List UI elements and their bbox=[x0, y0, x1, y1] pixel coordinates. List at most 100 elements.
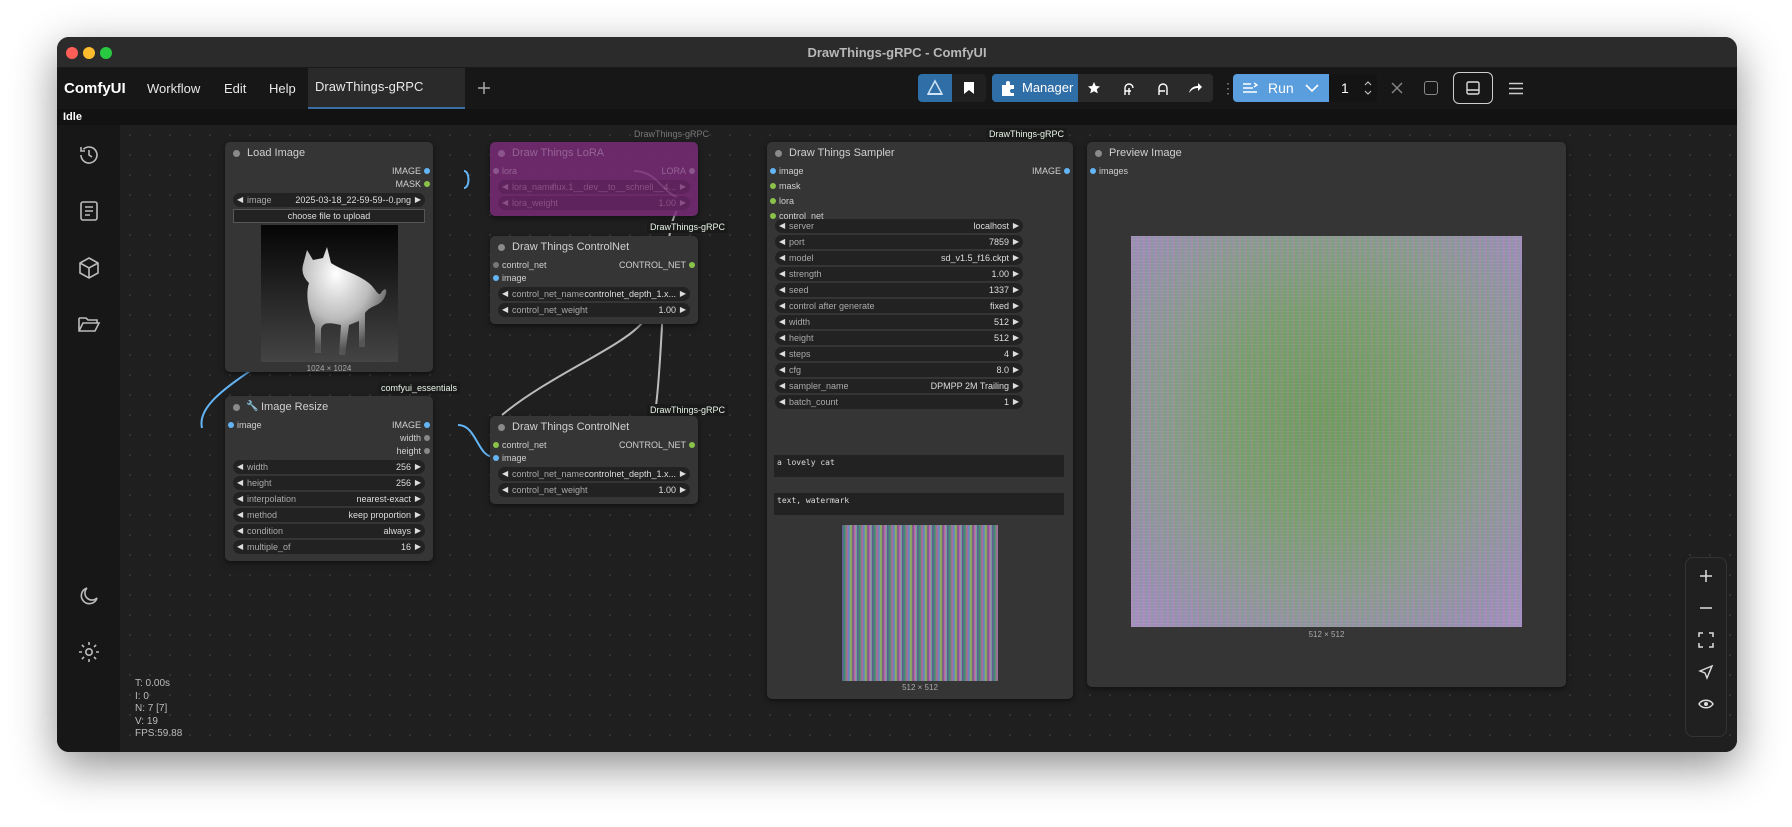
node-load-image[interactable]: Load Image IMAGE MASK ◀ image 2025-03-18… bbox=[225, 142, 433, 373]
arrow-right-icon[interactable]: ▶ bbox=[1013, 347, 1019, 361]
widget-width[interactable]: ◀ width 512 ▶ bbox=[775, 315, 1023, 329]
widget-batch-count[interactable]: ◀ batch_count 1 ▶ bbox=[775, 395, 1023, 409]
output-image[interactable]: IMAGE bbox=[1032, 165, 1061, 177]
arrow-right-icon[interactable]: ▶ bbox=[1013, 251, 1019, 265]
menu-edit[interactable]: Edit bbox=[224, 81, 246, 96]
input-pin[interactable] bbox=[770, 168, 776, 174]
book-icon[interactable] bbox=[77, 199, 101, 223]
arrow-right-icon[interactable]: ▶ bbox=[1013, 331, 1019, 345]
widget-port[interactable]: ◀ port 7859 ▶ bbox=[775, 235, 1023, 249]
input-image[interactable]: image bbox=[237, 419, 262, 431]
output-pin[interactable] bbox=[689, 262, 695, 268]
arrow-left-icon[interactable]: ◀ bbox=[779, 299, 785, 313]
arrow-right-icon[interactable]: ▶ bbox=[680, 467, 686, 481]
arrow-right-icon[interactable]: ▶ bbox=[415, 524, 421, 538]
arrow-left-icon[interactable]: ◀ bbox=[237, 524, 243, 538]
widget-steps[interactable]: ◀ steps 4 ▶ bbox=[775, 347, 1023, 361]
output-pin[interactable] bbox=[689, 442, 695, 448]
arrow-right-icon[interactable]: ▶ bbox=[415, 492, 421, 506]
output-height[interactable]: height bbox=[396, 445, 421, 457]
widget-control-after-generate[interactable]: ◀ control after generate fixed ▶ bbox=[775, 299, 1023, 313]
arrow-right-icon[interactable]: ▶ bbox=[1013, 283, 1019, 297]
widget-multiple-of[interactable]: ◀ multiple_of 16 ▶ bbox=[233, 540, 425, 554]
arrow-right-icon[interactable]: ▶ bbox=[1013, 235, 1019, 249]
menu-help[interactable]: Help bbox=[269, 81, 296, 96]
arrow-right-icon[interactable]: ▶ bbox=[415, 540, 421, 554]
zoom-out-icon[interactable] bbox=[1696, 598, 1716, 618]
control-net-name-combo[interactable]: ◀ control_net_name controlnet_depth_1.x.… bbox=[498, 287, 690, 301]
node-controlnet-1[interactable]: Draw Things ControlNet control_net image… bbox=[490, 236, 698, 324]
input-lora[interactable]: lora bbox=[779, 195, 794, 207]
input-pin[interactable] bbox=[770, 198, 776, 204]
comfy-registry-button[interactable] bbox=[918, 74, 952, 102]
arrow-right-icon[interactable]: ▶ bbox=[680, 180, 686, 194]
arrow-left-icon[interactable]: ◀ bbox=[502, 467, 508, 481]
arrow-left-icon[interactable]: ◀ bbox=[779, 395, 785, 409]
widget-cfg[interactable]: ◀ cfg 8.0 ▶ bbox=[775, 363, 1023, 377]
menu-workflow[interactable]: Workflow bbox=[147, 81, 200, 96]
plus-icon[interactable] bbox=[476, 80, 492, 96]
arrow-left-icon[interactable]: ◀ bbox=[779, 235, 785, 249]
arrow-right-icon[interactable]: ▶ bbox=[1013, 379, 1019, 393]
control-net-name-combo[interactable]: ◀ control_net_name controlnet_depth_1.x.… bbox=[498, 467, 690, 481]
arrow-right-icon[interactable]: ▶ bbox=[1013, 395, 1019, 409]
negative-prompt-textarea[interactable]: text, watermark bbox=[774, 493, 1064, 515]
hamburger-menu-icon[interactable] bbox=[1508, 82, 1524, 95]
output-lora[interactable]: LORA bbox=[661, 165, 686, 177]
input-lora[interactable]: lora bbox=[502, 165, 517, 177]
arrow-left-icon[interactable]: ◀ bbox=[237, 492, 243, 506]
input-mask[interactable]: mask bbox=[779, 180, 801, 192]
arrow-right-icon[interactable]: ▶ bbox=[1013, 363, 1019, 377]
output-image[interactable]: IMAGE bbox=[392, 165, 421, 177]
arrow-right-icon[interactable]: ▶ bbox=[415, 460, 421, 474]
output-pin[interactable] bbox=[424, 181, 430, 187]
manager-button[interactable]: Manager bbox=[992, 74, 1078, 102]
output-width[interactable]: width bbox=[400, 432, 421, 444]
output-pin[interactable] bbox=[424, 435, 430, 441]
arrow-left-icon[interactable]: ◀ bbox=[779, 347, 785, 361]
bookmark-button[interactable] bbox=[952, 74, 986, 102]
node-draw-things-sampler[interactable]: Draw Things Sampler image mask lora cont… bbox=[767, 142, 1073, 699]
widget-interpolation[interactable]: ◀ interpolation nearest-exact ▶ bbox=[233, 492, 425, 506]
arrow-left-icon[interactable]: ◀ bbox=[237, 476, 243, 490]
cube-icon[interactable] bbox=[77, 256, 101, 280]
output-pin[interactable] bbox=[1064, 168, 1070, 174]
arrow-right-icon[interactable]: ▶ bbox=[1013, 267, 1019, 281]
star-icon[interactable] bbox=[1087, 81, 1101, 95]
gear-icon[interactable] bbox=[77, 640, 101, 664]
arrow-right-icon[interactable]: ▶ bbox=[1013, 315, 1019, 329]
arrow-left-icon[interactable]: ◀ bbox=[779, 379, 785, 393]
control-net-weight-slider[interactable]: ◀ control_net_weight 1.00 ▶ bbox=[498, 303, 690, 317]
output-image[interactable]: IMAGE bbox=[392, 419, 421, 431]
input-images[interactable]: images bbox=[1099, 165, 1128, 177]
arrow-right-icon[interactable]: ▶ bbox=[680, 303, 686, 317]
chevron-down-icon[interactable] bbox=[1305, 84, 1319, 93]
zoom-in-icon[interactable] bbox=[1696, 566, 1716, 586]
arrow-right-icon[interactable]: ▶ bbox=[415, 508, 421, 522]
arrow-left-icon[interactable]: ◀ bbox=[779, 283, 785, 297]
widget-sampler-name[interactable]: ◀ sampler_name DPMPP 2M Trailing ▶ bbox=[775, 379, 1023, 393]
input-pin[interactable] bbox=[493, 455, 499, 461]
bottom-panel-button[interactable] bbox=[1453, 72, 1493, 104]
output-pin[interactable] bbox=[689, 168, 695, 174]
locate-icon[interactable] bbox=[1696, 662, 1716, 682]
arrow-left-icon[interactable]: ◀ bbox=[779, 363, 785, 377]
input-pin[interactable] bbox=[770, 213, 776, 219]
widget-height[interactable]: ◀ height 256 ▶ bbox=[233, 476, 425, 490]
widget-seed[interactable]: ◀ seed 1337 ▶ bbox=[775, 283, 1023, 297]
arrow-right-icon[interactable]: ▶ bbox=[415, 476, 421, 490]
arrow-left-icon[interactable]: ◀ bbox=[779, 315, 785, 329]
fit-view-icon[interactable] bbox=[1696, 630, 1716, 650]
arrow-right-icon[interactable]: ▶ bbox=[1013, 299, 1019, 313]
arrow-left-icon[interactable]: ◀ bbox=[502, 180, 508, 194]
arrow-right-icon[interactable]: ▶ bbox=[680, 483, 686, 497]
input-pin[interactable] bbox=[493, 275, 499, 281]
widget-height[interactable]: ◀ height 512 ▶ bbox=[775, 331, 1023, 345]
arrow-left-icon[interactable]: ◀ bbox=[502, 303, 508, 317]
input-pin[interactable] bbox=[1090, 168, 1096, 174]
input-pin[interactable] bbox=[493, 168, 499, 174]
pin-icon[interactable] bbox=[1120, 80, 1136, 96]
lora-name-combo[interactable]: ◀ lora_name flux.1__dev__to__schnell__4.… bbox=[498, 180, 690, 194]
eye-icon[interactable] bbox=[1696, 694, 1716, 714]
tab-drawthings-grpc[interactable]: DrawThings-gRPC bbox=[308, 68, 465, 109]
